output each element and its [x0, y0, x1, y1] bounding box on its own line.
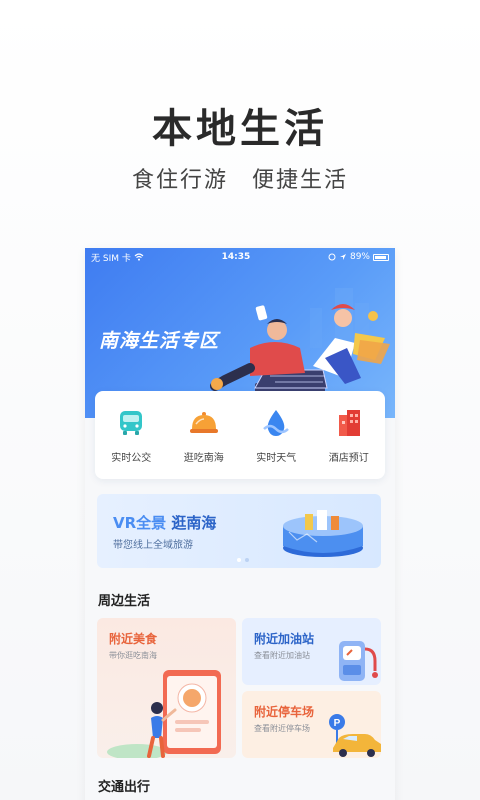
food-phone-illustration — [107, 670, 221, 758]
quick-actions-card: 实时公交 逛吃南海 实时天气 酒店预订 — [95, 391, 385, 479]
parking-car-illustration: P — [329, 714, 381, 757]
dining-bell-icon — [189, 411, 218, 433]
promo-title: 本地生活 — [152, 106, 328, 152]
promo-subtitle: 食住行游 便捷生活 — [131, 168, 348, 193]
quick-action-hotel[interactable]: 酒店预订 — [315, 407, 383, 464]
banner-title: 南海生活专区 — [99, 330, 220, 352]
parking-card-subtitle: 查看附近停车场 — [254, 724, 310, 733]
gas-pump-illustration — [339, 641, 378, 681]
gas-card-subtitle: 查看附近加油站 — [254, 651, 310, 660]
nearby-parking-card[interactable]: 附近停车场 查看附近停车场 P — [242, 691, 381, 758]
carousel-dots[interactable] — [237, 558, 249, 562]
nearby-food-card[interactable]: 附近美食 带你逛吃南海 — [97, 618, 236, 758]
nearby-gas-card[interactable]: 附近加油站 查看附近加油站 — [242, 618, 381, 685]
wifi-icon — [134, 253, 144, 261]
vr-title-main: 逛南海 — [166, 514, 217, 532]
battery-percent: 89% — [349, 252, 370, 262]
hotel-building-icon — [338, 409, 360, 436]
weather-drop-icon — [263, 409, 290, 436]
quick-action-label: 实时公交 — [111, 452, 152, 464]
vr-panorama-illustration — [283, 510, 363, 557]
vr-banner-title: VR全景 逛南海 — [113, 512, 216, 533]
parking-card-title: 附近停车场 — [254, 705, 315, 719]
orientation-lock-icon — [328, 253, 336, 261]
vr-banner-subtitle: 带您线上全域旅游 — [113, 540, 193, 551]
phone-screen: 无 SIM 卡 14:35 89% 南海生活专区 实时公交 逛吃南海 实时天气 … — [85, 248, 395, 800]
carousel-dot-active[interactable] — [237, 558, 241, 562]
status-bar: 无 SIM 卡 14:35 89% — [85, 248, 395, 266]
battery-icon — [373, 253, 389, 261]
quick-action-label: 酒店预订 — [328, 452, 369, 464]
transport-section-title: 交通出行 — [98, 780, 151, 795]
vr-tour-banner[interactable]: VR全景 逛南海 带您线上全域旅游 — [97, 494, 381, 568]
nearby-section-title: 周边生活 — [98, 594, 151, 609]
status-time: 14:35 — [221, 252, 251, 262]
svg-text:P: P — [334, 718, 341, 729]
carrier-label: 无 SIM 卡 — [91, 253, 131, 264]
gas-card-title: 附近加油站 — [254, 632, 315, 646]
food-card-title: 附近美食 — [109, 632, 158, 646]
location-arrow-icon — [339, 254, 346, 260]
vr-title-accent: VR全景 — [113, 514, 167, 532]
quick-action-bus[interactable]: 实时公交 — [97, 407, 165, 464]
quick-action-dining[interactable]: 逛吃南海 — [170, 407, 238, 464]
bus-icon — [120, 410, 143, 435]
quick-action-weather[interactable]: 实时天气 — [242, 407, 310, 464]
quick-action-label: 实时天气 — [256, 452, 297, 464]
quick-action-label: 逛吃南海 — [183, 452, 224, 464]
carousel-dot[interactable] — [245, 558, 249, 562]
